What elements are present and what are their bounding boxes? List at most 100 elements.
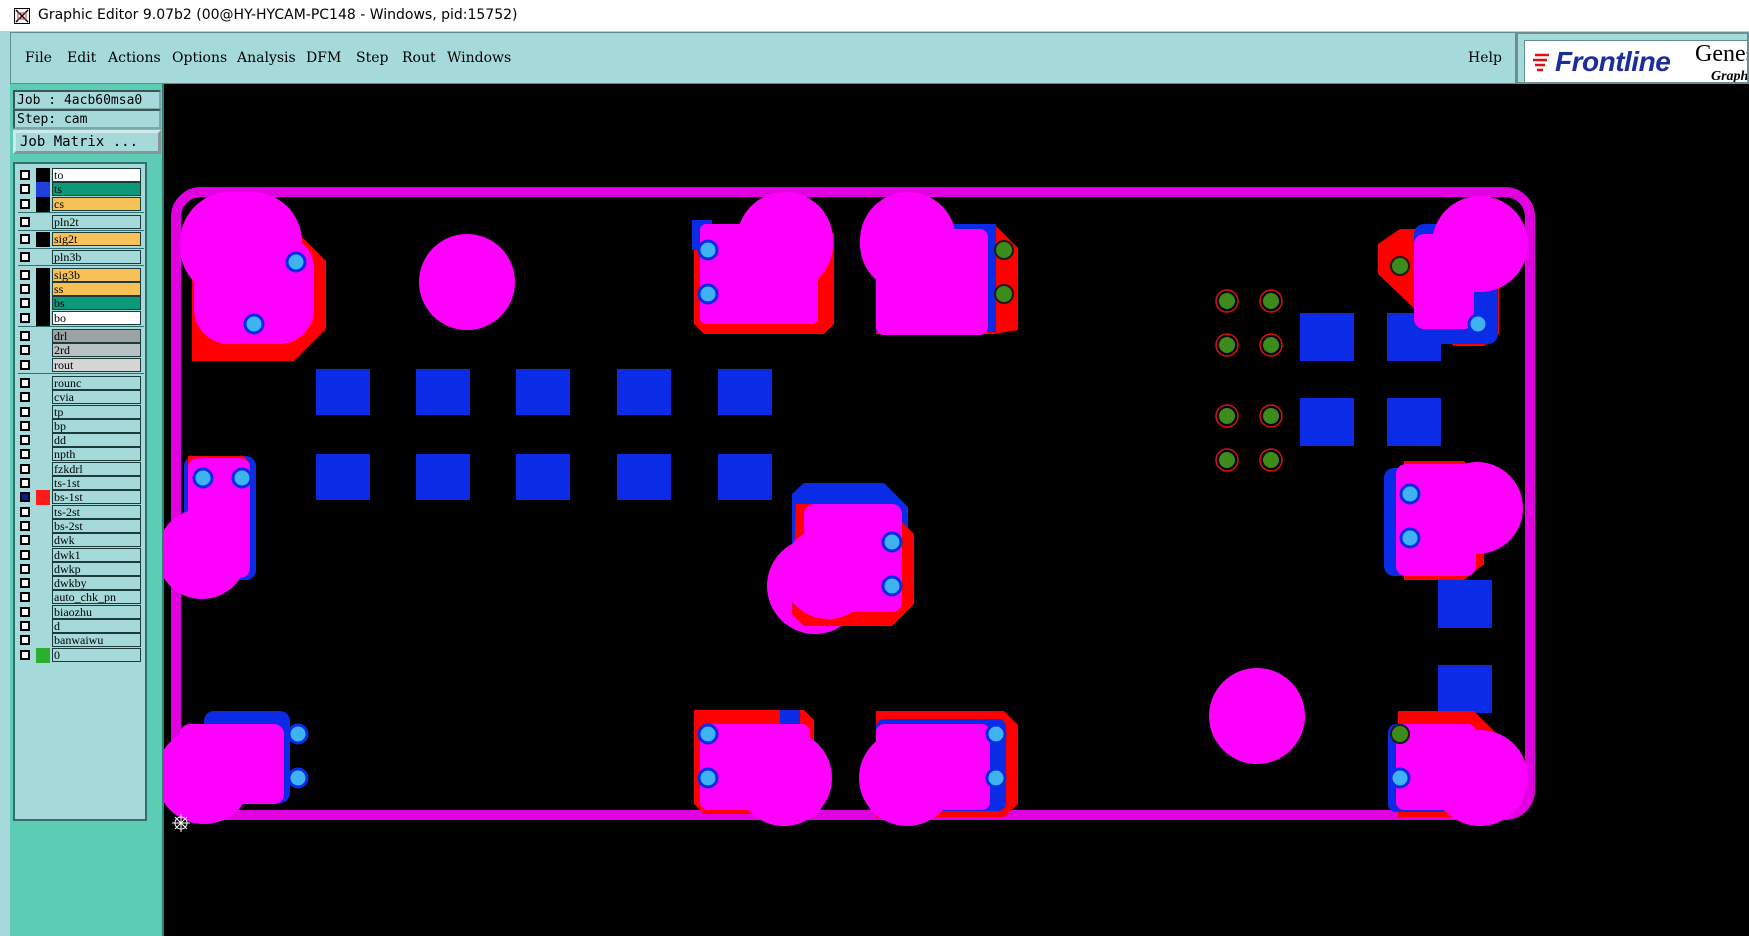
layer-row[interactable]: bs-2st — [18, 518, 144, 534]
layer-row[interactable]: ts-2st — [18, 504, 144, 520]
layer-name: ts-1st — [52, 476, 141, 490]
side-panel: Job : 4acb60msa0 Step: cam Job Matrix ..… — [10, 84, 164, 936]
layer-checkbox[interactable] — [20, 635, 30, 646]
via — [697, 283, 719, 305]
layer-checkbox[interactable] — [20, 170, 30, 180]
layer-name: biaozhu — [52, 604, 141, 619]
pad-magenta — [419, 234, 515, 330]
logo-product: Genes — [1695, 41, 1749, 67]
layer-row[interactable]: 2rd — [18, 343, 144, 358]
layer-checkbox[interactable] — [20, 359, 30, 370]
layer-checkbox[interactable] — [20, 592, 30, 603]
menu-help[interactable]: Help — [1468, 50, 1502, 66]
layer-row[interactable]: cvia — [18, 390, 144, 405]
menu-step[interactable]: Step — [356, 50, 388, 66]
layer-color-swatch — [36, 182, 50, 198]
smd-pad-blue — [617, 369, 671, 415]
job-matrix-button[interactable]: Job Matrix ... — [13, 130, 161, 154]
layer-checkbox[interactable] — [20, 492, 30, 503]
layer-checkbox[interactable] — [20, 449, 30, 460]
layer-name: banwaiwu — [52, 633, 141, 648]
layer-checkbox[interactable] — [20, 520, 30, 531]
layer-row[interactable]: sig2t — [18, 232, 144, 248]
layer-checkbox[interactable] — [20, 184, 30, 195]
layer-checkbox[interactable] — [20, 478, 30, 488]
menu-actions[interactable]: Actions — [108, 50, 161, 66]
layer-checkbox[interactable] — [20, 621, 30, 631]
layer-row[interactable]: dwk1 — [18, 547, 144, 563]
layer-row[interactable]: d — [18, 619, 144, 634]
layer-name: 2rd — [52, 343, 141, 358]
layer-row[interactable]: bp — [18, 418, 144, 434]
layer-row[interactable]: drl — [18, 329, 144, 344]
logo-tagline: Graphi — [1711, 69, 1749, 84]
layer-row[interactable]: bs-1st — [18, 490, 144, 506]
menu-dfm[interactable]: DFM — [306, 50, 341, 66]
menu-analysis[interactable]: Analysis — [237, 50, 296, 66]
layer-row[interactable]: npth — [18, 447, 144, 462]
menu-rout[interactable]: Rout — [402, 50, 436, 66]
layer-row[interactable]: biaozhu — [18, 604, 144, 620]
layer-checkbox[interactable] — [20, 578, 30, 589]
layer-row[interactable]: dwkby — [18, 576, 144, 591]
layer-color-swatch — [36, 282, 50, 298]
layer-checkbox[interactable] — [20, 435, 30, 446]
menu-edit[interactable]: Edit — [67, 50, 96, 66]
menu-file[interactable]: File — [25, 50, 52, 66]
layer-color-swatch — [36, 419, 50, 434]
layer-color-swatch — [36, 310, 50, 326]
layer-checkbox[interactable] — [20, 506, 30, 517]
layer-checkbox[interactable] — [20, 198, 30, 209]
layer-checkbox[interactable] — [20, 563, 30, 574]
layer-checkbox[interactable] — [20, 269, 30, 280]
layer-checkbox[interactable] — [20, 549, 30, 560]
smd-pad-blue — [316, 454, 370, 500]
layer-checkbox[interactable] — [20, 312, 30, 323]
layer-checkbox[interactable] — [20, 234, 30, 245]
layer-row[interactable]: sig3b — [18, 267, 144, 283]
menu-windows[interactable]: Windows — [447, 50, 511, 66]
layer-row[interactable]: pln2t — [18, 214, 144, 230]
layer-checkbox[interactable] — [20, 649, 30, 660]
layer-color-swatch — [36, 196, 50, 212]
menu-options[interactable]: Options — [172, 50, 227, 66]
layer-color-swatch — [36, 548, 50, 563]
layer-color-swatch — [36, 462, 50, 477]
via — [287, 767, 309, 789]
layer-checkbox[interactable] — [20, 216, 30, 227]
layer-checkbox[interactable] — [20, 606, 30, 617]
drill-hole-cluster — [1215, 289, 1283, 472]
layer-checkbox[interactable] — [20, 535, 30, 546]
layer-row[interactable]: ts-1st — [18, 476, 144, 491]
layer-row[interactable]: ts — [18, 182, 144, 198]
layer-row[interactable]: tp — [18, 404, 144, 420]
layer-checkbox[interactable] — [20, 331, 30, 341]
layer-row[interactable]: banwaiwu — [18, 633, 144, 648]
layer-row[interactable]: dd — [18, 433, 144, 448]
layer-checkbox[interactable] — [20, 284, 30, 295]
layer-checkbox[interactable] — [20, 420, 30, 431]
layer-checkbox[interactable] — [20, 463, 30, 474]
layer-row[interactable]: cs — [18, 196, 144, 212]
frontline-mark-icon — [1533, 53, 1549, 72]
layer-row[interactable]: rounc — [18, 375, 144, 391]
layer-row[interactable]: dwkp — [18, 561, 144, 577]
graphic-canvas[interactable] — [164, 84, 1749, 936]
pad-magenta — [1209, 668, 1305, 764]
layer-checkbox[interactable] — [20, 377, 30, 388]
layer-checkbox[interactable] — [20, 345, 30, 356]
layer-row[interactable]: 0 — [18, 647, 144, 663]
layer-checkbox[interactable] — [20, 298, 30, 309]
layer-row[interactable]: fzkdrl — [18, 461, 144, 477]
layer-row[interactable]: rout — [18, 357, 144, 373]
layer-checkbox[interactable] — [20, 251, 30, 262]
layer-row[interactable]: auto_chk_pn — [18, 590, 144, 605]
layer-row[interactable]: bs — [18, 296, 144, 312]
layer-checkbox[interactable] — [20, 392, 30, 403]
layer-row[interactable]: ss — [18, 282, 144, 298]
layer-checkbox[interactable] — [20, 406, 30, 417]
layer-row[interactable]: bo — [18, 310, 144, 326]
layer-row[interactable]: to — [18, 168, 144, 183]
layer-row[interactable]: pln3b — [18, 249, 144, 265]
layer-row[interactable]: dwk — [18, 533, 144, 548]
